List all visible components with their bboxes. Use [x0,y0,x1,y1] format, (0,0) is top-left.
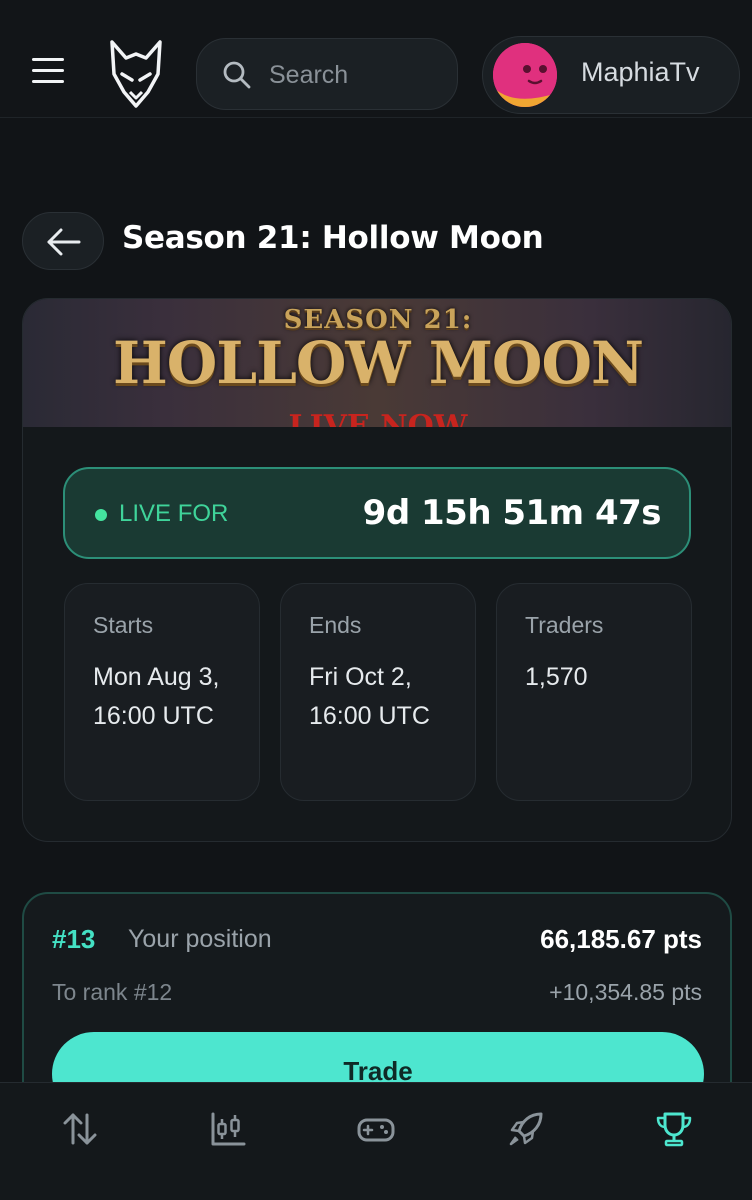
back-button[interactable] [22,212,104,270]
banner-status: LIVE NOW [288,409,468,427]
position-label: Your position [128,925,272,953]
ends-label: Ends [309,612,362,638]
bottom-nav [0,1082,752,1200]
username: MaphiaTv [581,57,700,87]
traders-label: Traders [525,612,604,638]
season-card: SEASON 21: HOLLOW MOON LIVE NOW LIVE FOR… [22,298,732,842]
candlestick-chart-icon[interactable] [208,1109,248,1149]
banner-title: HOLLOW MOON [112,329,644,397]
rocket-icon[interactable] [506,1109,546,1149]
live-dot-icon [95,509,107,521]
next-rank-label: To rank #12 [52,979,173,1005]
starts-value: Mon Aug 3, 16:00 UTC [93,663,220,730]
fox-logo-icon[interactable] [108,40,164,108]
avatar [493,43,557,107]
traders-value: 1,570 [525,663,588,691]
hamburger-menu-icon[interactable] [30,56,68,86]
swap-arrows-icon[interactable] [60,1109,100,1149]
season-banner: SEASON 21: HOLLOW MOON LIVE NOW [23,299,731,427]
gamepad-icon[interactable] [356,1109,396,1149]
live-status-box: LIVE FOR 9d 15h 51m 47s [63,467,691,559]
points-needed: +10,354.85 pts [549,979,702,1005]
trophy-icon[interactable] [654,1109,694,1149]
live-label: LIVE FOR [119,500,229,527]
search-icon [223,61,251,89]
starts-box: Starts Mon Aug 3, 16:00 UTC [64,583,260,801]
page-title: Season 21: Hollow Moon [122,220,544,256]
rank-number: #13 [52,924,96,954]
position-points: 66,185.67 pts [540,924,702,954]
live-timer: 9d 15h 51m 47s [362,493,662,533]
arrow-left-icon [47,228,81,256]
user-profile-button[interactable]: MaphiaTv [482,36,740,114]
starts-label: Starts [93,612,154,638]
search-bar[interactable] [196,38,458,110]
ends-value: Fri Oct 2, 16:00 UTC [309,663,430,730]
search-input[interactable] [269,57,439,93]
top-header: MaphiaTv [0,0,752,118]
traders-box: Traders 1,570 [496,583,692,801]
ends-box: Ends Fri Oct 2, 16:00 UTC [280,583,476,801]
